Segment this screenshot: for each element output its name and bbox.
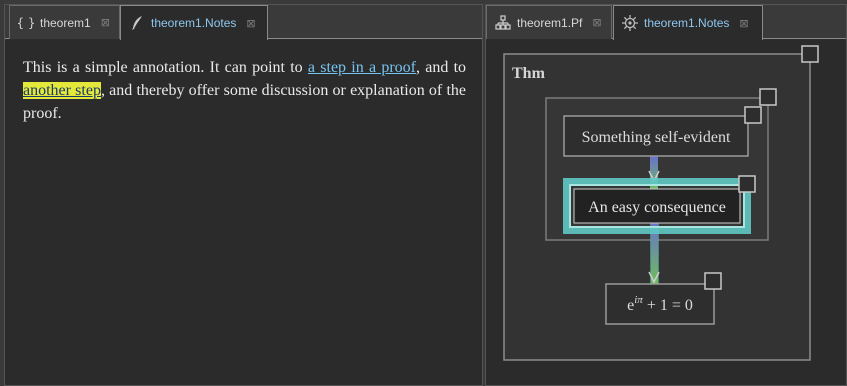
close-icon[interactable]: ⊠ xyxy=(592,16,601,29)
tab-label: theorem1.Notes xyxy=(644,16,730,30)
quill-icon xyxy=(127,14,147,32)
proof-graph: Thm Something self-evident An easy conse… xyxy=(503,45,819,361)
tree-icon xyxy=(493,14,513,32)
tab-theorem1[interactable]: { } theorem1 ⊠ xyxy=(9,5,120,39)
annotation-text-part: This is a simple annotation. It can poin… xyxy=(23,59,308,76)
close-icon[interactable]: ⊠ xyxy=(101,16,110,29)
node-handle[interactable] xyxy=(744,106,762,124)
notes-editor[interactable]: This is a simple annotation. It can poin… xyxy=(5,40,482,385)
step-link[interactable]: a step in a proof xyxy=(308,59,416,76)
gear-icon xyxy=(620,14,640,32)
annotation-text: This is a simple annotation. It can poin… xyxy=(23,56,466,125)
tab-label: theorem1.Notes xyxy=(151,16,237,30)
tab-theorem1-notes[interactable]: theorem1.Notes ⊠ xyxy=(120,5,268,40)
tab-label: theorem1 xyxy=(40,15,91,30)
node-label: Something self-evident xyxy=(582,129,731,146)
node-label: An easy consequence xyxy=(588,199,726,216)
node-handle[interactable] xyxy=(738,175,756,193)
left-pane: { } theorem1 ⊠ theorem1.Notes ⊠ This is … xyxy=(4,4,483,386)
tab-theorem1-pf[interactable]: theorem1.Pf ⊠ xyxy=(486,5,612,39)
another-step-link[interactable]: another step xyxy=(23,82,101,99)
tab-theorem1-notes-graph[interactable]: theorem1.Notes ⊠ xyxy=(613,5,763,40)
braces-icon: { } xyxy=(16,15,36,30)
tab-label: theorem1.Pf xyxy=(517,15,583,30)
close-icon[interactable]: ⊠ xyxy=(739,17,748,30)
right-pane: theorem1.Pf ⊠ theorem1.Notes ⊠ Thm Somet… xyxy=(485,4,847,386)
right-tab-bar: theorem1.Pf ⊠ theorem1.Notes ⊠ xyxy=(486,5,846,40)
graph-view: Thm Something self-evident An easy conse… xyxy=(486,40,846,385)
left-tab-bar: { } theorem1 ⊠ theorem1.Notes ⊠ xyxy=(5,5,482,40)
annotation-text-part: , and to xyxy=(415,59,467,76)
subproof-box-handle[interactable] xyxy=(759,88,777,106)
close-icon[interactable]: ⊠ xyxy=(246,17,255,30)
theorem-box-handle[interactable] xyxy=(801,45,819,63)
theorem-label: Thm xyxy=(512,65,546,82)
node-handle[interactable] xyxy=(704,272,722,290)
